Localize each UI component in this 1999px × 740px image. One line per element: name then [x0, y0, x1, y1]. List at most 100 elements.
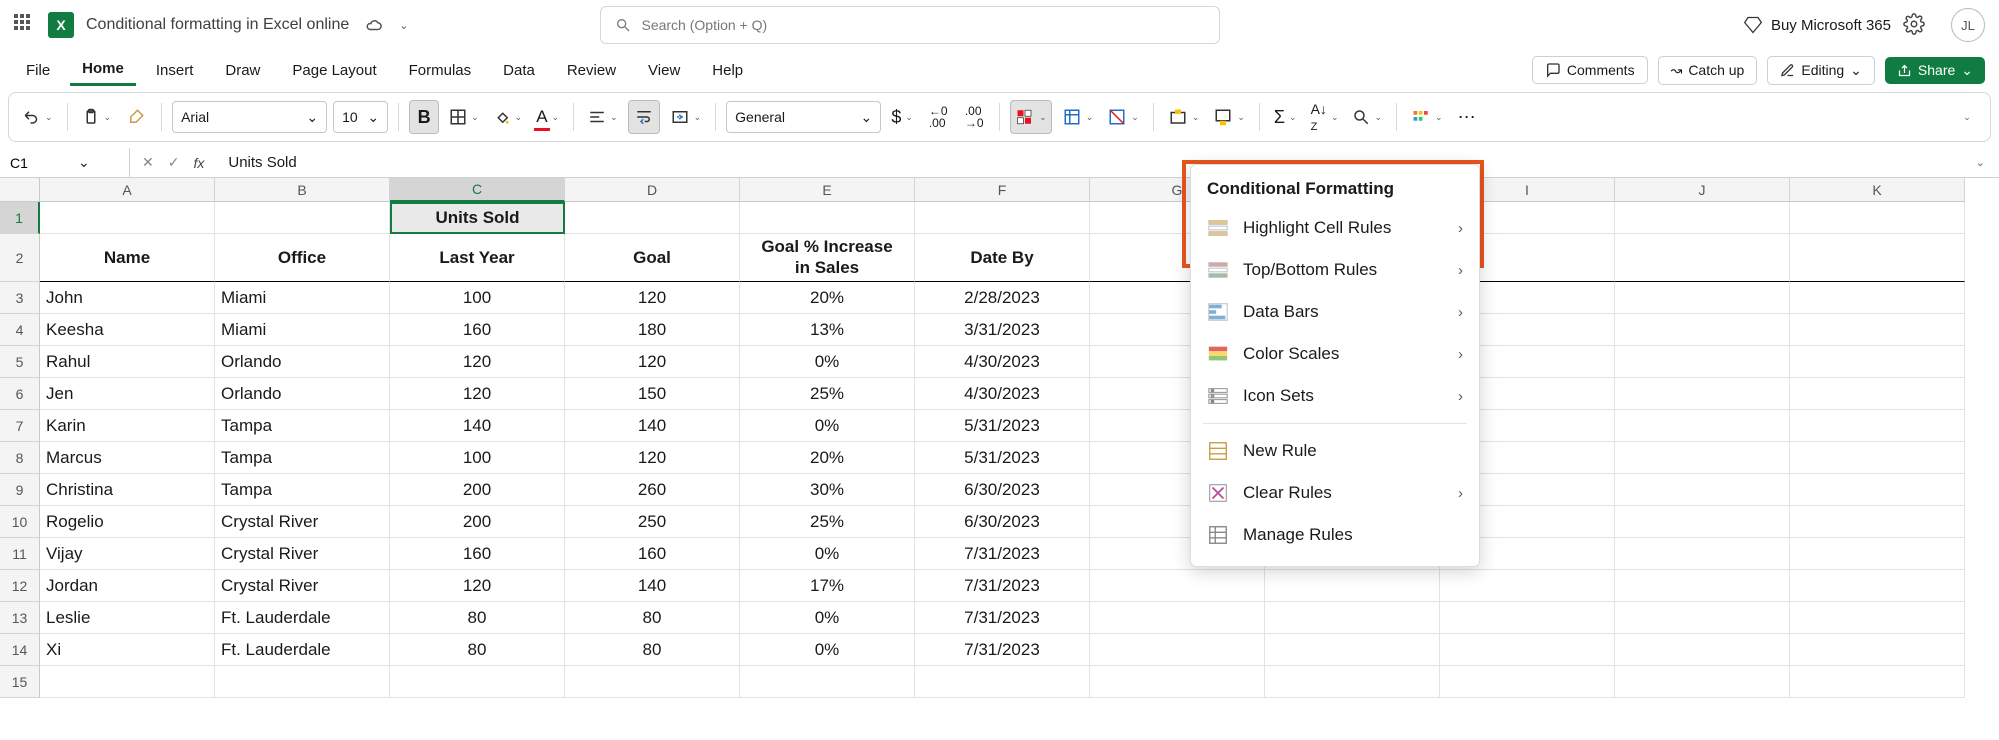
wrap-text-button[interactable]: [628, 100, 660, 134]
cell[interactable]: [1615, 202, 1790, 234]
cell[interactable]: [1440, 666, 1615, 698]
cell-name[interactable]: Jordan: [40, 570, 215, 602]
cell-name[interactable]: John: [40, 282, 215, 314]
bold-button[interactable]: B: [409, 100, 439, 134]
cell-styles-button[interactable]: ⌄: [1103, 100, 1143, 134]
ribbon-collapse-button[interactable]: ⌄: [1950, 100, 1980, 134]
cell-pct[interactable]: 0%: [740, 602, 915, 634]
cell-pct[interactable]: 30%: [740, 474, 915, 506]
row-header-2[interactable]: 2: [0, 234, 40, 282]
user-avatar[interactable]: JL: [1951, 8, 1985, 42]
cell[interactable]: [1790, 410, 1965, 442]
cell[interactable]: [1790, 602, 1965, 634]
cell[interactable]: [1090, 570, 1265, 602]
column-header-C[interactable]: C: [390, 178, 565, 202]
cell[interactable]: [565, 666, 740, 698]
cell-date[interactable]: 4/30/2023: [915, 378, 1090, 410]
cell[interactable]: [1615, 634, 1790, 666]
cell-pct[interactable]: 25%: [740, 378, 915, 410]
row-header-1[interactable]: 1: [0, 202, 40, 234]
cell-pct[interactable]: 20%: [740, 442, 915, 474]
tab-review[interactable]: Review: [555, 56, 628, 85]
format-as-table-button[interactable]: ⌄: [1058, 100, 1098, 134]
cell[interactable]: [215, 202, 390, 234]
tab-view[interactable]: View: [636, 56, 692, 85]
cell-lastyear[interactable]: 140: [390, 410, 565, 442]
cell[interactable]: [1615, 506, 1790, 538]
cell[interactable]: [1615, 474, 1790, 506]
cell[interactable]: [1615, 346, 1790, 378]
cell-pct[interactable]: 17%: [740, 570, 915, 602]
cell[interactable]: [565, 202, 740, 234]
cell-office[interactable]: Crystal River: [215, 506, 390, 538]
cf-manage-rules[interactable]: Manage Rules: [1191, 514, 1479, 556]
cell-date[interactable]: 7/31/2023: [915, 634, 1090, 666]
cell-date[interactable]: 3/31/2023: [915, 314, 1090, 346]
cell-name[interactable]: Xi: [40, 634, 215, 666]
header-office[interactable]: Office: [215, 234, 390, 282]
editing-mode-button[interactable]: Editing ⌄: [1767, 56, 1875, 85]
paste-button[interactable]: ⌄: [78, 100, 116, 134]
title-dropdown[interactable]: ⌄: [399, 19, 408, 32]
cell-name[interactable]: Christina: [40, 474, 215, 506]
cell-pct[interactable]: 0%: [740, 538, 915, 570]
cf-clear-rules[interactable]: Clear Rules ›: [1191, 472, 1479, 514]
tab-help[interactable]: Help: [700, 56, 755, 85]
cell-lastyear[interactable]: 200: [390, 506, 565, 538]
cell[interactable]: [1090, 602, 1265, 634]
cell[interactable]: [915, 666, 1090, 698]
cell[interactable]: [1615, 282, 1790, 314]
cell[interactable]: [1790, 234, 1965, 282]
cell-lastyear[interactable]: 120: [390, 346, 565, 378]
cell-name[interactable]: Marcus: [40, 442, 215, 474]
cell[interactable]: [1790, 570, 1965, 602]
catch-up-button[interactable]: ↝ Catch up: [1658, 56, 1758, 85]
tab-file[interactable]: File: [14, 56, 62, 85]
cell-office[interactable]: Orlando: [215, 378, 390, 410]
cell-office[interactable]: Crystal River: [215, 538, 390, 570]
cell-lastyear[interactable]: 80: [390, 602, 565, 634]
tab-home[interactable]: Home: [70, 54, 136, 86]
cell[interactable]: [1790, 346, 1965, 378]
cell[interactable]: [1790, 538, 1965, 570]
tab-draw[interactable]: Draw: [213, 56, 272, 85]
column-header-A[interactable]: A: [40, 178, 215, 202]
comments-button[interactable]: Comments: [1532, 56, 1648, 84]
column-header-E[interactable]: E: [740, 178, 915, 202]
cell[interactable]: [1615, 442, 1790, 474]
formula-bar[interactable]: Units Sold: [216, 154, 1961, 171]
cell[interactable]: [1265, 634, 1440, 666]
cell-pct[interactable]: 0%: [740, 346, 915, 378]
header-dateby[interactable]: Date By: [915, 234, 1090, 282]
tab-formulas[interactable]: Formulas: [397, 56, 484, 85]
cell[interactable]: [1440, 602, 1615, 634]
cell[interactable]: [740, 202, 915, 234]
column-header-B[interactable]: B: [215, 178, 390, 202]
cancel-formula-button[interactable]: ✕: [142, 154, 154, 171]
column-header-D[interactable]: D: [565, 178, 740, 202]
cell-office[interactable]: Tampa: [215, 474, 390, 506]
cell[interactable]: [390, 666, 565, 698]
row-header-9[interactable]: 9: [0, 474, 40, 506]
align-button[interactable]: ⌄: [584, 100, 622, 134]
cell-office[interactable]: Tampa: [215, 410, 390, 442]
insert-cells-button[interactable]: ⌄: [1164, 100, 1204, 134]
cell-goal[interactable]: 120: [565, 442, 740, 474]
cell[interactable]: [1790, 506, 1965, 538]
selected-cell[interactable]: Units Sold: [390, 202, 565, 234]
row-header-11[interactable]: 11: [0, 538, 40, 570]
cell-office[interactable]: Ft. Lauderdale: [215, 602, 390, 634]
formula-bar-expand[interactable]: ⌄: [1962, 156, 1999, 169]
row-header-5[interactable]: 5: [0, 346, 40, 378]
cell[interactable]: [740, 666, 915, 698]
row-header-4[interactable]: 4: [0, 314, 40, 346]
cell-pct[interactable]: 0%: [740, 410, 915, 442]
row-header-7[interactable]: 7: [0, 410, 40, 442]
cell[interactable]: [40, 666, 215, 698]
cell-date[interactable]: 6/30/2023: [915, 474, 1090, 506]
cell-goal[interactable]: 80: [565, 634, 740, 666]
cell-office[interactable]: Tampa: [215, 442, 390, 474]
app-launcher[interactable]: [14, 14, 36, 36]
merge-button[interactable]: ⌄: [666, 100, 706, 134]
header-name[interactable]: Name: [40, 234, 215, 282]
